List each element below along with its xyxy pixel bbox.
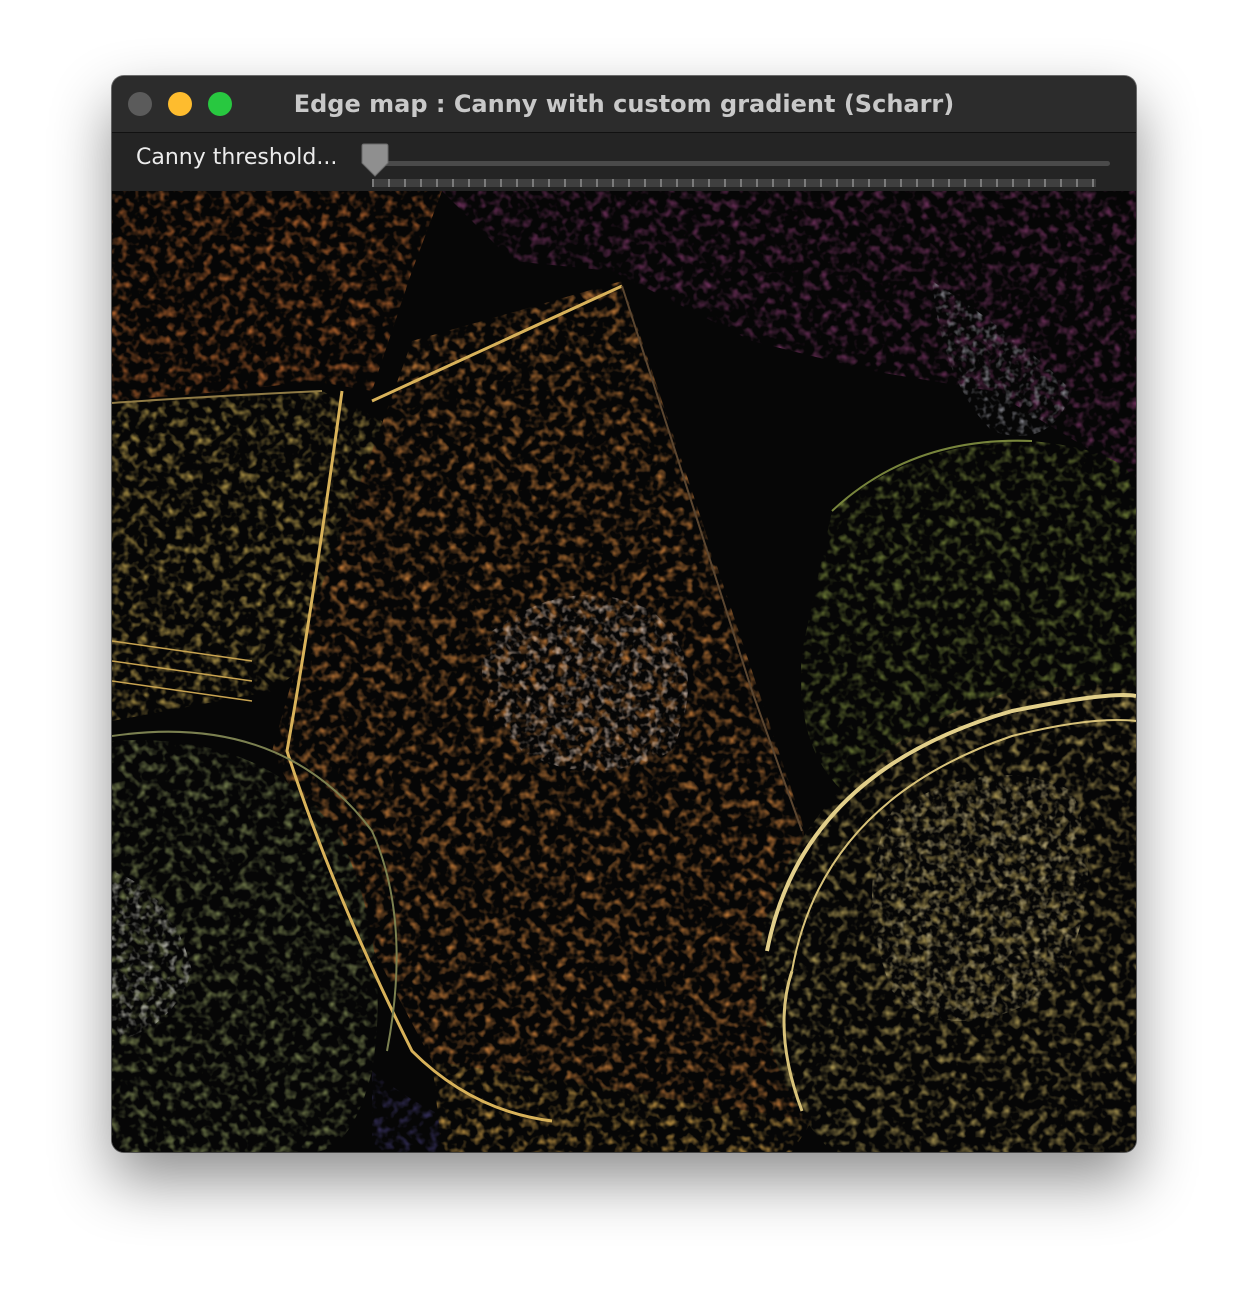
app-window: Edge map : Canny with custom gradient (S… (112, 76, 1136, 1152)
threshold-slider-track[interactable] (374, 161, 1110, 166)
threshold-slider-thumb[interactable] (360, 143, 390, 177)
trackbar-panel: Canny threshold... (112, 133, 1136, 191)
slider-ticks (372, 179, 1096, 187)
title-bar[interactable]: Edge map : Canny with custom gradient (S… (112, 76, 1136, 133)
edge-map-image (112, 191, 1136, 1152)
slider-label: Canny threshold... (136, 145, 338, 170)
edge-map-canvas (112, 191, 1136, 1152)
window-title: Edge map : Canny with custom gradient (S… (293, 90, 955, 118)
